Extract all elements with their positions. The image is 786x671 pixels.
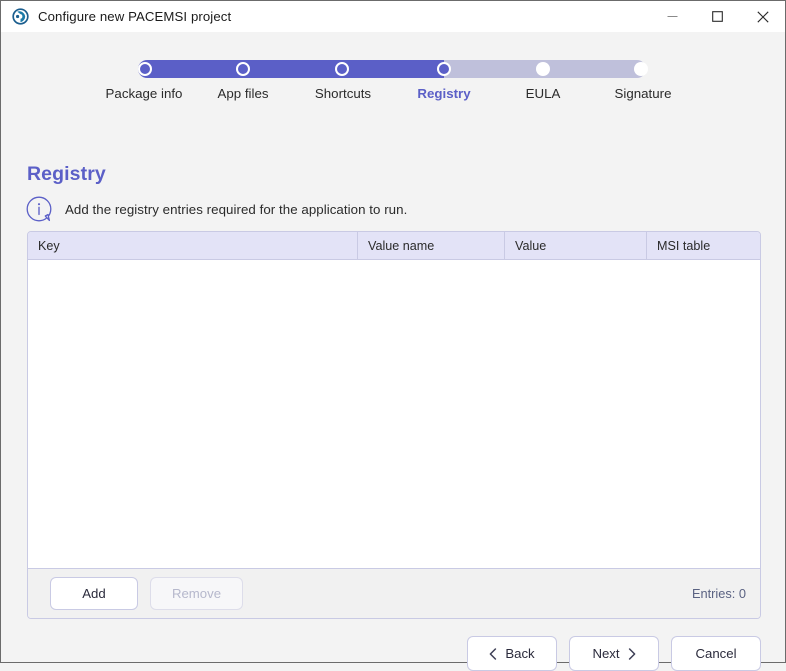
remove-button[interactable]: Remove xyxy=(150,577,243,610)
stepper-label-registry[interactable]: Registry xyxy=(417,86,470,101)
stepper-label-package-info[interactable]: Package info xyxy=(106,86,183,101)
table-header-row: Key Value name Value MSI table xyxy=(28,232,760,260)
table-footer: Add Remove Entries: 0 xyxy=(28,568,760,618)
table-column-header-msi-table[interactable]: MSI table xyxy=(647,232,760,259)
pacemsi-logo-icon xyxy=(12,8,29,25)
back-button-label: Back xyxy=(505,646,535,661)
add-button-label: Add xyxy=(82,586,106,601)
info-icon xyxy=(25,195,53,223)
stepper-label-app-files[interactable]: App files xyxy=(218,86,269,101)
stepper-label-shortcuts[interactable]: Shortcuts xyxy=(315,86,371,101)
stepper-label-eula[interactable]: EULA xyxy=(526,86,561,101)
stepper-node-registry[interactable] xyxy=(437,62,451,76)
window-controls xyxy=(650,1,785,32)
stepper-node-package-info[interactable] xyxy=(138,62,152,76)
maximize-icon xyxy=(712,11,723,22)
title-bar-left: Configure new PACEMSI project xyxy=(1,8,231,25)
remove-button-label: Remove xyxy=(171,586,222,601)
window-content: Package info App files Shortcuts Registr… xyxy=(1,32,786,671)
stepper-nodes xyxy=(1,60,786,78)
cancel-button[interactable]: Cancel xyxy=(671,636,761,671)
table-column-header-key[interactable]: Key xyxy=(28,232,358,259)
info-row: Add the registry entries required for th… xyxy=(25,195,407,223)
stepper-node-eula[interactable] xyxy=(536,62,550,76)
stepper-labels: Package info App files Shortcuts Registr… xyxy=(1,86,786,108)
table-body-empty[interactable] xyxy=(28,260,760,568)
stepper-node-app-files[interactable] xyxy=(236,62,250,76)
info-text: Add the registry entries required for th… xyxy=(65,201,408,217)
window-title: Configure new PACEMSI project xyxy=(38,9,232,24)
close-button[interactable] xyxy=(740,1,785,32)
table-column-header-value-name[interactable]: Value name xyxy=(358,232,505,259)
cancel-button-label: Cancel xyxy=(695,646,737,661)
stepper-node-signature[interactable] xyxy=(634,62,648,76)
maximize-button[interactable] xyxy=(695,1,740,32)
configure-project-window: Configure new PACEMSI project Package in… xyxy=(0,0,786,671)
minimize-button[interactable] xyxy=(650,1,695,32)
add-button[interactable]: Add xyxy=(50,577,138,610)
stepper-label-signature[interactable]: Signature xyxy=(615,86,672,101)
back-button[interactable]: Back xyxy=(467,636,557,671)
page-title: Registry xyxy=(27,163,106,185)
title-bar: Configure new PACEMSI project xyxy=(1,1,785,32)
chevron-right-icon xyxy=(628,647,636,660)
close-icon xyxy=(756,10,769,23)
wizard-nav-bar: Back Next Cancel xyxy=(1,636,786,671)
stepper-node-shortcuts[interactable] xyxy=(335,62,349,76)
chevron-left-icon xyxy=(489,647,497,660)
entries-count: Entries: 0 xyxy=(691,586,746,601)
minimize-icon xyxy=(667,11,678,22)
next-button[interactable]: Next xyxy=(569,636,659,671)
next-button-label: Next xyxy=(592,646,620,661)
table-column-header-value[interactable]: Value xyxy=(505,232,647,259)
registry-table-panel: Key Value name Value MSI table Add Remov… xyxy=(27,231,761,619)
